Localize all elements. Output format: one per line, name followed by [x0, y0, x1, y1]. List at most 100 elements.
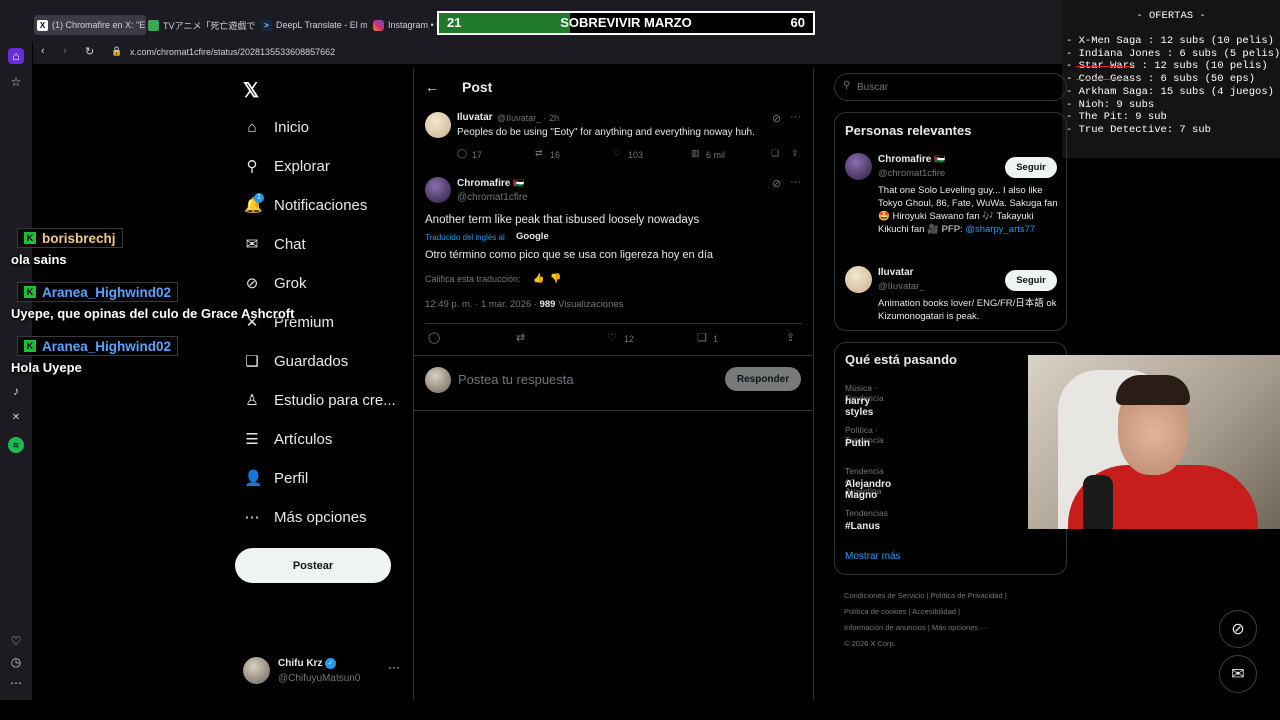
nav-label: Inicio: [274, 118, 310, 136]
trend-name[interactable]: #Lanus: [845, 521, 880, 532]
grok-fab[interactable]: ⊘: [1219, 610, 1257, 648]
like-count: 12: [624, 334, 635, 344]
notification-badge: 1: [254, 193, 264, 203]
nav-item-m-s-opciones[interactable]: ⋯ Más opciones: [244, 504, 367, 530]
follow-button[interactable]: Seguir: [1005, 157, 1057, 178]
trend-name[interactable]: harry styles: [845, 396, 873, 418]
post-button[interactable]: Postear: [235, 548, 391, 583]
chat-username[interactable]: Kborisbrechj: [17, 228, 123, 248]
avatar[interactable]: [425, 112, 451, 138]
strike-line: [1076, 79, 1132, 81]
nav-item-art-culos[interactable]: ☰ Artículos: [244, 426, 332, 452]
oferta-item: - X-Men Saga : 12 subs (10 pelis): [1066, 35, 1276, 48]
chat-user: Aranea_Highwind02: [42, 338, 172, 354]
nav-item-grok[interactable]: ⊘ Grok: [244, 270, 307, 296]
bookmark-icon[interactable]: ❏: [697, 331, 707, 344]
browser-tab[interactable]: Instagram • M: [373, 15, 437, 35]
more-icon[interactable]: ···: [790, 111, 801, 123]
grok-icon: ⊘: [1231, 621, 1245, 638]
x-logo-icon[interactable]: 𝕏: [243, 78, 259, 103]
footer-link[interactable]: Condiciones de Servicio: [844, 591, 924, 600]
more-icon[interactable]: ···: [388, 660, 400, 674]
grok-icon[interactable]: ⊘: [772, 177, 781, 190]
chat-badge-icon: K: [24, 340, 36, 352]
tweet-author-name[interactable]: Chromafire: [457, 178, 510, 189]
tab-label: TVアニメ「死亡遊戯で飯を食: [163, 20, 256, 31]
browser-tab[interactable]: TVアニメ「死亡遊戯で飯を食: [148, 15, 256, 35]
nav-label: Grok: [274, 274, 307, 292]
bio-link[interactable]: @sharpy_arts77: [965, 224, 1035, 235]
views-icon[interactable]: ▥: [691, 148, 700, 159]
mail-icon: ✉: [1231, 666, 1245, 683]
nav-item-explorar[interactable]: ⚲ Explorar: [244, 153, 330, 179]
footer-link[interactable]: Información de anuncios: [844, 623, 926, 632]
person-row[interactable]: Chromafire 🇵🇸 @chromat1cfire Seguir That…: [845, 153, 1058, 253]
share-icon[interactable]: ⇪: [786, 331, 795, 344]
footer-link[interactable]: Accesibilidad: [912, 607, 956, 616]
home-icon: ⌂: [247, 118, 257, 136]
chat-username[interactable]: K Aranea_Highwind02: [17, 336, 179, 356]
bookmark-icon[interactable]: ❏: [771, 148, 779, 159]
repost-icon[interactable]: ⇄: [535, 148, 543, 159]
star-icon[interactable]: ☆: [8, 74, 24, 90]
person-row[interactable]: Iluvatar @IIuvatar_ Seguir Animation boo…: [845, 266, 1057, 326]
more-icon[interactable]: ···: [790, 176, 801, 188]
like-icon[interactable]: ♡: [607, 331, 617, 344]
divider: [414, 410, 813, 411]
show-more-link[interactable]: Mostrar más: [845, 551, 901, 562]
chat-username[interactable]: K Aranea_Highwind02: [17, 282, 179, 302]
footer-link[interactable]: Política de cookies: [844, 607, 907, 616]
like-icon[interactable]: ♡: [613, 148, 621, 159]
footer-separator: |: [908, 607, 911, 616]
nav-item-chat[interactable]: ✉ Chat: [244, 231, 306, 257]
heart-icon[interactable]: ♡: [8, 633, 24, 649]
browser-tab[interactable]: > DeepL Translate - El mejo: [261, 15, 367, 35]
share-icon[interactable]: ⇪: [791, 148, 799, 159]
ofertas-title: - OFERTAS -: [1136, 10, 1206, 22]
reply-button[interactable]: Responder: [725, 367, 801, 391]
repost-icon[interactable]: ⇄: [516, 331, 525, 344]
oferta-text: - True Detective: 7 sub: [1066, 123, 1211, 136]
avatar[interactable]: [425, 177, 451, 203]
tiktok-icon[interactable]: ♪: [8, 383, 24, 399]
thumbs-down-icon[interactable]: 👎: [550, 273, 561, 284]
thumbs-up-icon[interactable]: 👍: [533, 273, 544, 284]
back-arrow-icon[interactable]: ←: [425, 79, 439, 95]
streamer-hair: [1116, 375, 1190, 405]
account-switcher[interactable]: Chifu Krz ✓ @ChifuyuMatsun0 ···: [243, 656, 403, 686]
follow-button[interactable]: Seguir: [1005, 270, 1057, 291]
nav-item-guardados[interactable]: ❏ Guardados: [244, 348, 348, 374]
x-icon[interactable]: ✕: [8, 410, 24, 426]
messages-fab[interactable]: ✉: [1219, 655, 1257, 693]
footer-link[interactable]: Política de Privacidad: [931, 591, 1003, 600]
back-icon[interactable]: ‹: [41, 45, 45, 57]
browser-tab-active[interactable]: X (1) Chromafire en X: "E: [34, 15, 146, 35]
nav-item-inicio[interactable]: ⌂ Inicio: [244, 114, 309, 140]
tab-label: DeepL Translate - El mejo: [276, 20, 367, 30]
trend-name[interactable]: Putin: [845, 438, 870, 449]
grok-icon: ⊘: [245, 275, 259, 292]
search-icon: ⚲: [843, 80, 851, 91]
oferta-text: - Nioh: 9 subs: [1066, 98, 1155, 111]
history-icon[interactable]: ◷: [8, 654, 24, 670]
translated-by-label[interactable]: Traducido del inglés al: [425, 233, 505, 242]
spotify-icon[interactable]: ≋: [8, 437, 24, 453]
grok-icon[interactable]: ⊘: [772, 112, 781, 125]
footer-link[interactable]: Más opciones ···: [932, 623, 988, 632]
trend-name[interactable]: Alejandro Magno: [845, 479, 891, 501]
more-icon[interactable]: ⋯: [8, 675, 24, 691]
tweet-timestamp[interactable]: 12:49 p. m. · 1 mar. 2026 ·: [425, 299, 540, 310]
reply-icon[interactable]: ◯: [428, 331, 440, 344]
nav-item-estudio-para-cre[interactable]: ♙ Estudio para cre...: [244, 387, 395, 413]
forward-icon[interactable]: ›: [63, 45, 67, 57]
reply-input[interactable]: Postea tu respuesta: [458, 372, 574, 387]
nav-item-perfil[interactable]: 👤 Perfil: [244, 465, 308, 491]
footer-separator: |: [958, 607, 961, 616]
tweet-author-name[interactable]: Iluvatar: [457, 112, 493, 123]
reload-icon[interactable]: ↻: [85, 45, 94, 58]
nav-label: Guardados: [274, 352, 349, 370]
reply-icon[interactable]: ◯: [457, 148, 467, 159]
url-field[interactable]: x.com/chromat1cfire/status/2028135533608…: [130, 47, 335, 57]
search-box[interactable]: ⚲ Buscar: [834, 73, 1067, 101]
home-icon[interactable]: ⌂: [8, 48, 24, 64]
